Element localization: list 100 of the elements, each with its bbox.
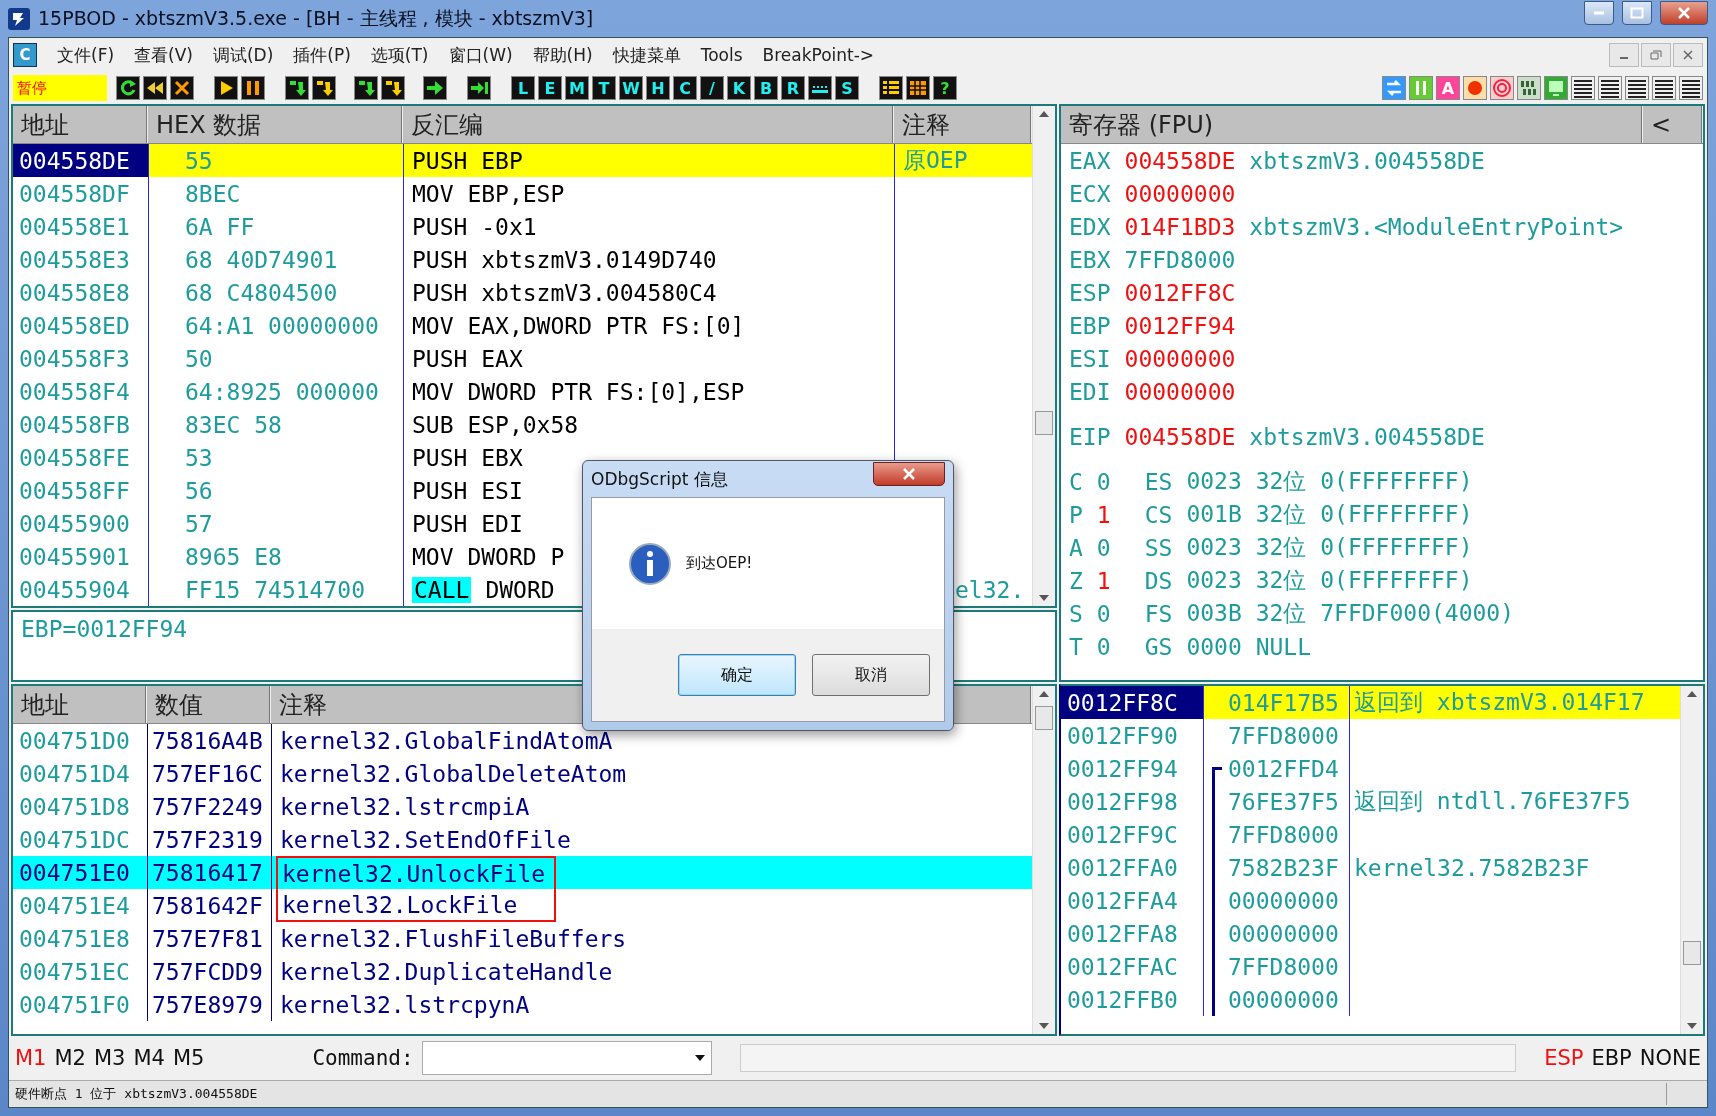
toolbar-letter-button[interactable]: T [592,76,616,100]
lines-icon[interactable] [1571,76,1595,100]
step-icon[interactable] [354,76,378,100]
close-button[interactable] [1660,0,1708,25]
mark-tab[interactable]: M5 [172,1046,205,1070]
down-arrow-icon[interactable] [1687,1022,1697,1030]
maximize-icon [1630,6,1644,19]
value-cell: 75816A4B [147,724,271,757]
minimize-button[interactable] [1584,0,1614,25]
menu-item[interactable]: 快捷菜单 [602,43,691,67]
command-field[interactable] [421,1041,712,1075]
register-name: EBP [1069,312,1111,339]
lines-icon[interactable] [1652,76,1676,100]
address-cell-text: 00455900 [18,509,131,539]
menu-item[interactable]: 插件(P) [283,43,361,67]
address-cell-text: 0012FFAC [1066,952,1179,982]
up-arrow-icon[interactable] [1039,690,1049,698]
value-cell: 757EF16C [147,757,271,790]
grid-icon[interactable] [906,76,930,100]
address-cell-text: 004558F4 [18,377,131,407]
close-icon[interactable] [170,76,194,100]
menu-item[interactable]: Tools [690,45,753,65]
address-cell-text: 0012FF98 [1066,787,1179,817]
hex-cell: 57 [148,507,403,540]
play-icon[interactable] [214,76,238,100]
binary-icon[interactable] [1517,76,1541,100]
scroll-thumb[interactable] [1035,706,1053,730]
up-arrow-icon[interactable] [1687,690,1697,698]
mark-tab[interactable]: M2 [54,1046,86,1070]
scrollbar[interactable] [1680,686,1703,1034]
menu-item[interactable]: 文件(F) [47,43,125,67]
run-to-icon[interactable] [423,76,447,100]
address-cell-text: 0012FF94 [1066,754,1179,784]
flag-value: 0 [1096,534,1111,561]
dialog-button[interactable]: 取消 [812,654,930,696]
scrollbar[interactable] [1032,106,1055,606]
toolbar-letter-button[interactable]: C [673,76,697,100]
hex-cell: 83EC 58 [148,408,403,441]
hex-cell: 6A FF [148,210,403,243]
scroll-thumb[interactable] [1035,411,1053,435]
help-button[interactable]: ? [933,76,957,100]
lines-icon[interactable] [1598,76,1622,100]
down-arrow-icon[interactable] [1039,594,1049,602]
segment-name: SS [1144,534,1173,561]
step-icon[interactable] [285,76,309,100]
register-mode[interactable]: EBP [1591,1046,1632,1070]
scroll-thumb[interactable] [1683,941,1701,965]
menu-item[interactable]: BreakPoint-> [752,45,885,65]
minimize-button[interactable] [1609,43,1639,67]
address-cell: 0012FF8C [1061,686,1203,719]
comment-text: kernel32.UnlockFile [276,856,556,889]
toolbar-letter-button[interactable]: M [565,76,589,100]
record-icon[interactable] [1463,76,1487,100]
close-button[interactable] [1673,43,1703,67]
lines-icon[interactable] [1625,76,1649,100]
list-icon[interactable] [879,76,903,100]
lines-icon[interactable] [1679,76,1703,100]
restart-icon[interactable] [116,76,140,100]
toolbar-letter-button[interactable]: H [646,76,670,100]
scrollbar[interactable] [1032,686,1055,1034]
menu-item[interactable]: 窗口(W) [438,43,523,67]
dots-icon[interactable] [808,76,832,100]
menu-item[interactable]: 调试(D) [202,43,284,67]
refresh-icon[interactable] [1382,76,1406,100]
register-mode[interactable]: ESP [1544,1046,1584,1070]
toolbar-letter-button[interactable]: W [619,76,643,100]
dropdown-arrow-icon[interactable] [694,1055,705,1061]
toolbar-letter-button[interactable]: L [511,76,535,100]
comment-text: kernel32.DuplicateHandle [280,958,613,985]
toolbar-letter-button[interactable]: R [781,76,805,100]
menu-item[interactable]: 选项(T) [360,43,439,67]
hex-cell: 56 [148,474,403,507]
flag-value: 0 [1096,468,1111,495]
step-icon[interactable] [381,76,405,100]
maximize-button[interactable] [1622,0,1652,25]
mark-tab[interactable]: M3 [93,1046,126,1070]
rewind-icon[interactable] [143,76,167,100]
target-icon[interactable] [1490,76,1514,100]
dialog-close-button[interactable] [873,462,945,486]
pause-icon[interactable] [241,76,265,100]
register-name: EAX [1069,147,1111,174]
trace-icon[interactable] [467,76,491,100]
up-arrow-icon[interactable] [1039,110,1049,118]
dialog-button[interactable]: 确定 [678,654,796,696]
toolbar-letter-button[interactable]: E [538,76,562,100]
address-cell-text: 004751DC [18,825,131,855]
register-mode[interactable]: NONE [1639,1046,1701,1070]
hex-cell: 68 40D74901 [148,243,403,276]
step-icon[interactable] [312,76,336,100]
toolbar-letter-button[interactable]: S [835,76,859,100]
toolbar-letter-button[interactable]: K [727,76,751,100]
toolbar-letter-button[interactable]: B [754,76,778,100]
menu-item[interactable]: 查看(V) [124,43,203,67]
register-value: 00000000 [1124,378,1236,405]
mark-tab[interactable]: M4 [133,1046,165,1070]
menu-item[interactable]: 帮助(H) [522,43,603,67]
mark-tab[interactable]: M1 [15,1046,47,1070]
down-arrow-icon[interactable] [1039,1022,1049,1030]
toolbar-letter-button[interactable]: / [700,76,724,100]
address-cell-text: 00455904 [18,575,131,605]
